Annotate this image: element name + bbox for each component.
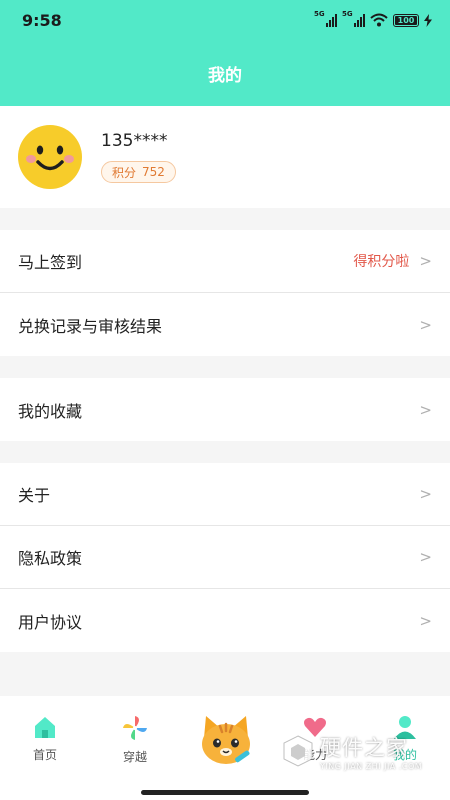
about-row[interactable]: 关于 > — [0, 463, 450, 526]
tab-home[interactable]: 首页 — [0, 714, 90, 763]
home-icon — [35, 717, 55, 738]
status-bar: 9:58 5G 5G 100 — [0, 0, 450, 40]
points-value: 752 — [142, 165, 165, 179]
chevron-right-icon: > — [419, 315, 432, 334]
points-badge[interactable]: 积分 752 — [101, 161, 176, 183]
menu-group-points: 马上签到 得积分啦 > 兑换记录与审核结果 > — [0, 230, 450, 356]
watermark-subtext: YING JIAN ZHI JIA .COM — [320, 761, 423, 771]
favorites-row[interactable]: 我的收藏 > — [0, 378, 450, 441]
smiley-face-icon — [18, 125, 82, 189]
checkin-row[interactable]: 马上签到 得积分啦 > — [0, 230, 450, 293]
chevron-right-icon: > — [419, 548, 432, 566]
watermark-text: 硬件之家 — [320, 735, 408, 760]
wifi-icon — [370, 13, 388, 27]
privacy-policy-row[interactable]: 隐私政策 > — [0, 526, 450, 589]
about-label: 关于 — [18, 486, 51, 505]
checkin-label: 马上签到 — [18, 253, 83, 272]
favorites-label: 我的收藏 — [18, 401, 83, 421]
cube-logo-icon — [283, 735, 313, 767]
status-icons: 5G 5G 100 — [314, 10, 432, 27]
exchange-records-label: 兑换记录与审核结果 — [18, 316, 163, 336]
page-title: 我的 — [208, 65, 242, 86]
signal-icon: 5G — [342, 10, 365, 27]
network-type-label: 5G — [342, 10, 353, 18]
site-watermark: 硬件之家 YING JIAN ZHI JIA .COM — [282, 726, 434, 776]
checkin-hint: 得积分啦 — [353, 254, 410, 270]
chevron-right-icon: > — [419, 400, 432, 419]
chevron-right-icon: > — [419, 252, 432, 270]
profile-card[interactable]: 135**** 积分 752 — [0, 106, 450, 208]
points-label: 积分 — [112, 165, 137, 180]
tab-home-label: 首页 — [32, 748, 57, 762]
menu-group-favorites: 我的收藏 > — [0, 378, 450, 441]
privacy-policy-label: 隐私政策 — [18, 549, 83, 568]
tab-travel-label: 穿越 — [122, 750, 147, 764]
status-time: 9:58 — [22, 10, 62, 30]
nav-bar: 我的 — [0, 40, 450, 106]
network-type-label: 5G — [314, 10, 325, 18]
cat-mascot-icon[interactable] — [194, 710, 258, 774]
username: 135**** — [101, 131, 168, 151]
chevron-right-icon: > — [419, 485, 432, 503]
battery-level: 100 — [397, 15, 415, 25]
tab-travel[interactable]: 穿越 — [90, 714, 180, 765]
chevron-right-icon: > — [419, 611, 432, 630]
exchange-records-row[interactable]: 兑换记录与审核结果 > — [0, 293, 450, 356]
menu-group-info: 关于 > 隐私政策 > 用户协议 > — [0, 463, 450, 652]
home-indicator — [141, 790, 309, 795]
battery-icon: 100 — [393, 13, 419, 27]
charging-icon — [424, 13, 432, 27]
user-agreement-label: 用户协议 — [18, 612, 83, 632]
pinwheel-icon — [123, 716, 147, 740]
user-agreement-row[interactable]: 用户协议 > — [0, 589, 450, 652]
signal-icon: 5G — [314, 10, 337, 27]
